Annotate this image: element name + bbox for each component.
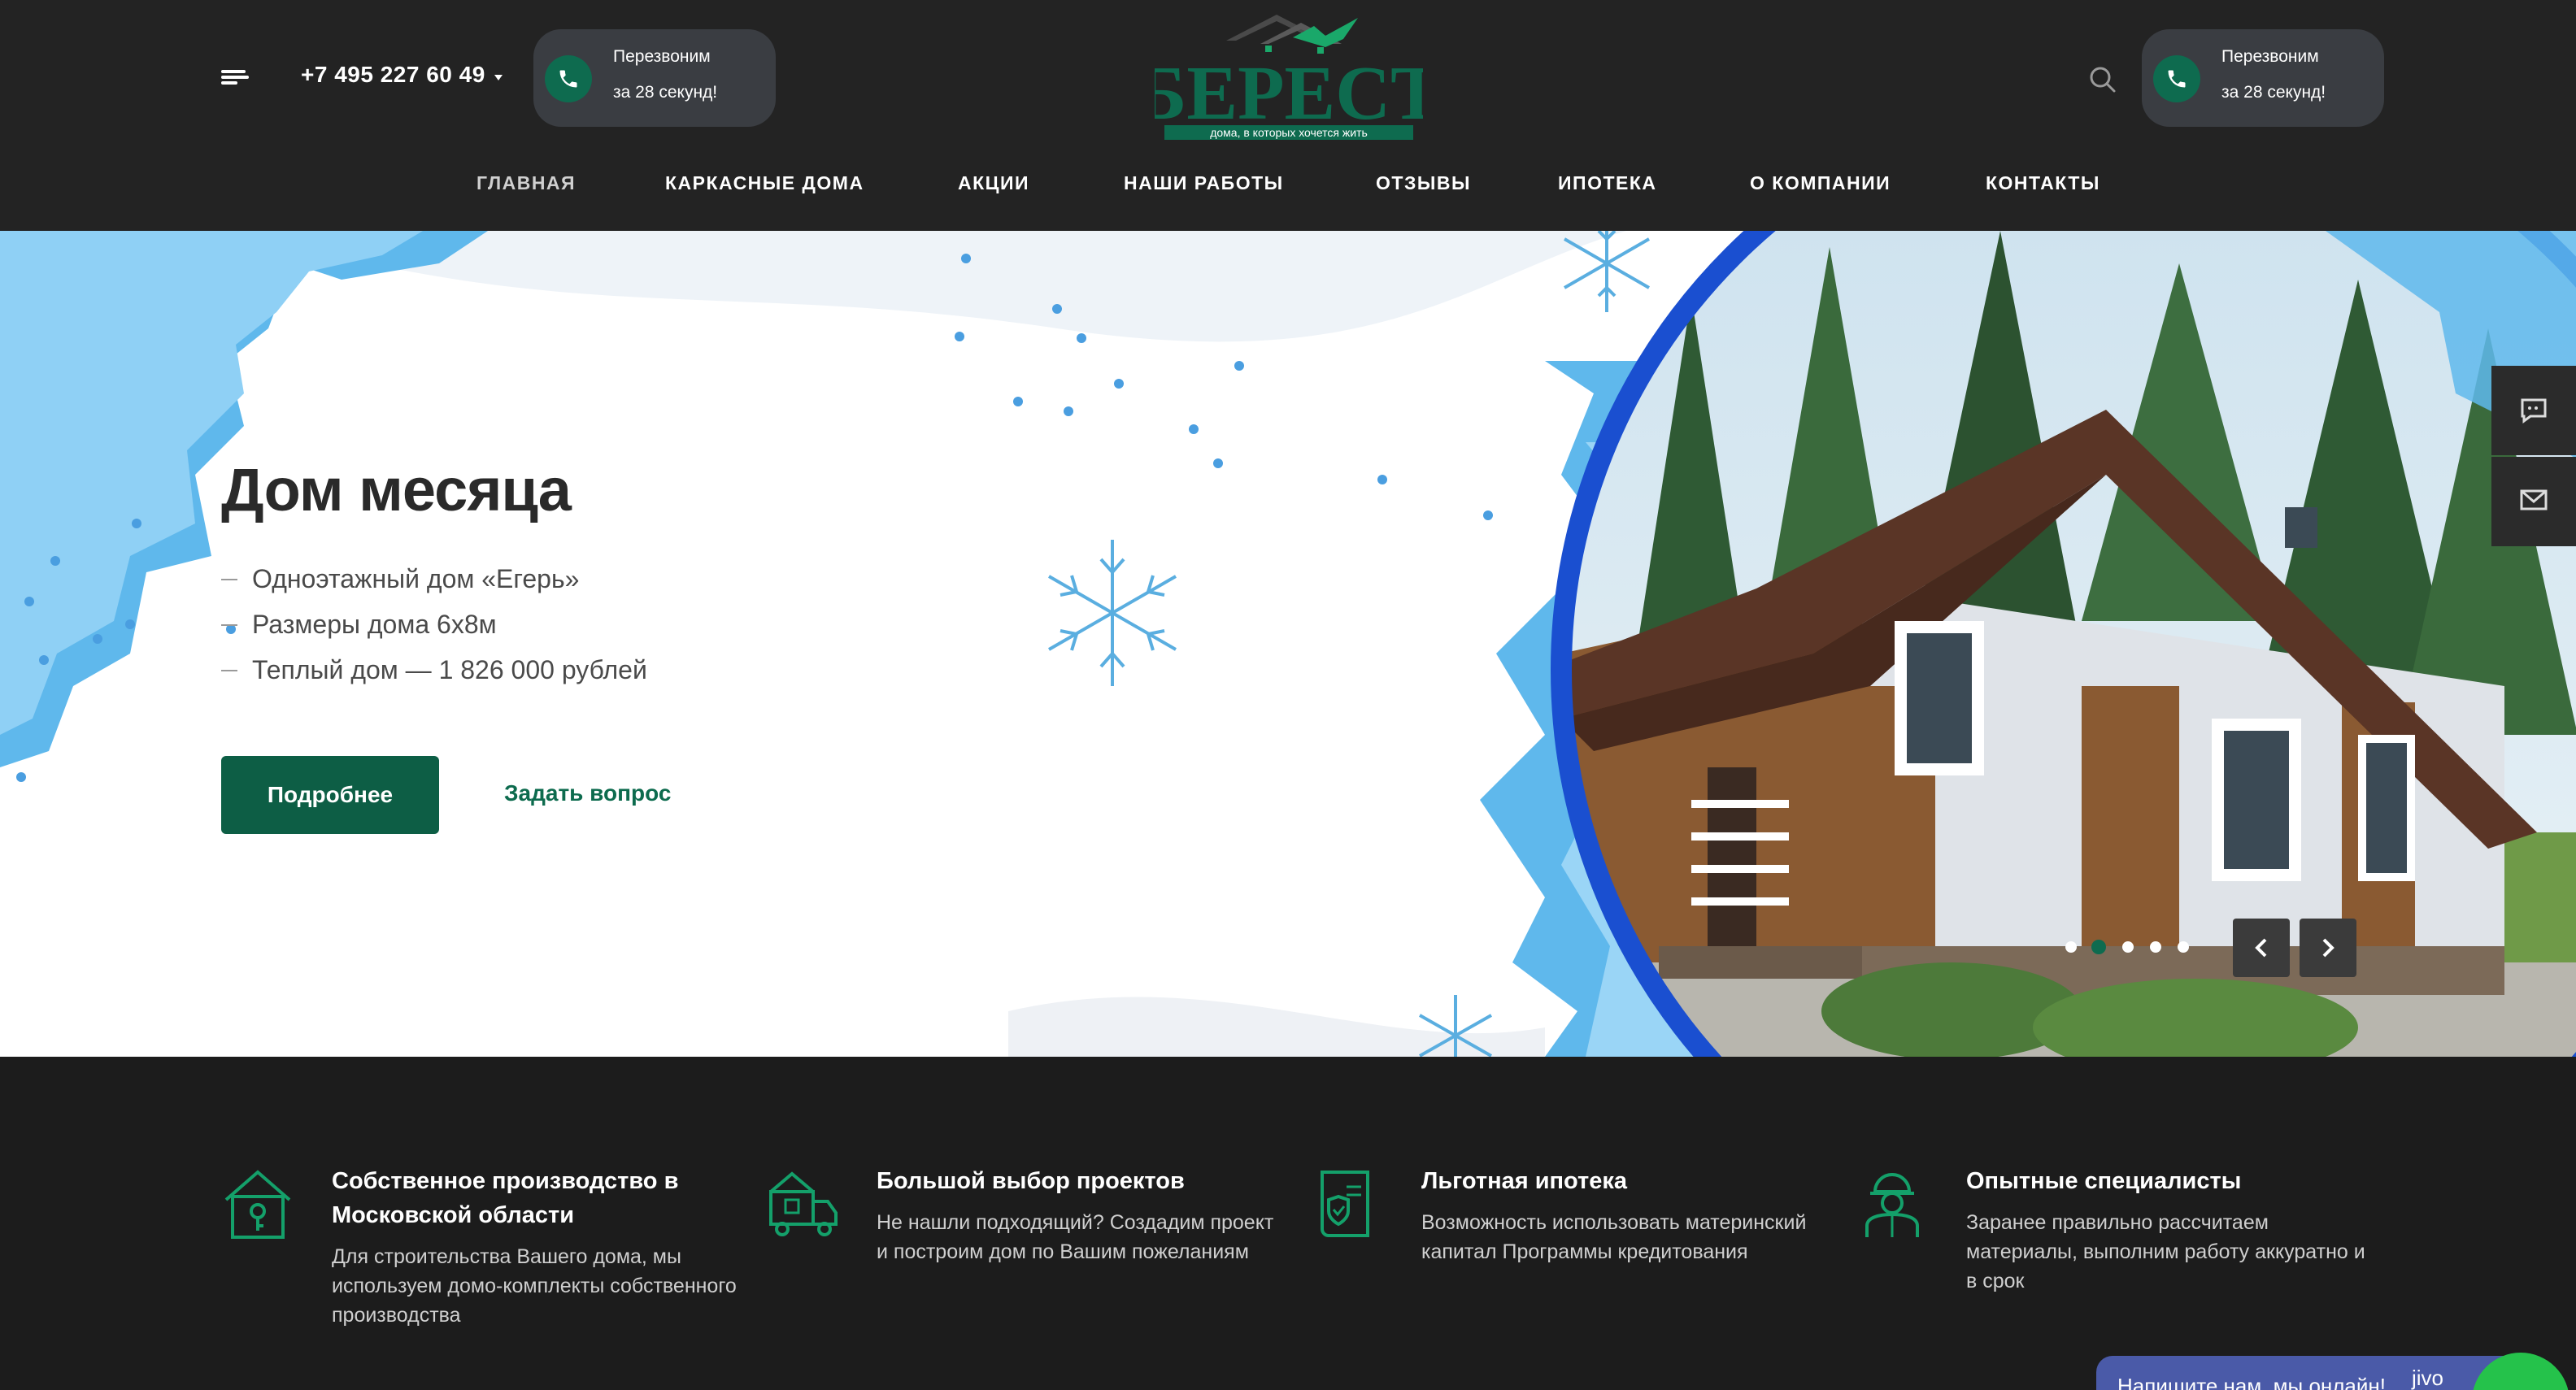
hero-slider: Дом месяца Одноэтажный дом «Егерь» Разме… (0, 231, 2576, 1057)
slider-next-button[interactable] (2300, 919, 2356, 977)
nav-item-contacts[interactable]: КОНТАКТЫ (1986, 172, 2100, 194)
slider-dot-active[interactable] (2091, 940, 2106, 954)
feature-title: Большой выбор проектов (877, 1168, 1185, 1194)
hero-title: Дом месяца (221, 456, 572, 523)
mail-widget-button[interactable] (2491, 457, 2576, 546)
nav-item-home[interactable]: ГЛАВНАЯ (476, 172, 576, 194)
logo-tagline: дома, в которых хочется жить (1210, 126, 1368, 139)
hero-list-item: Размеры дома 6х8м (221, 602, 647, 647)
feature-title: Собственное производство в Московской об… (332, 1168, 679, 1228)
document-shield-icon (1321, 1171, 1369, 1237)
logo-brand: БЕРЕСТ (1155, 51, 1423, 136)
chevron-right-icon (2322, 938, 2334, 958)
truck-house-icon (769, 1171, 838, 1236)
features-section: Собственное производство в Московской об… (0, 1057, 2576, 1390)
callback-line2: за 28 секунд! (613, 83, 718, 102)
slider-dot[interactable] (2178, 941, 2189, 953)
slider-dot[interactable] (2122, 941, 2134, 953)
chat-widget-button[interactable] (2491, 366, 2576, 455)
hero-list-item: Одноэтажный дом «Егерь» (221, 556, 647, 602)
hero-features-list: Одноэтажный дом «Егерь» Размеры дома 6х8… (221, 556, 647, 693)
more-details-button[interactable]: Подробнее (221, 756, 439, 834)
feature-title: Льготная ипотека (1421, 1168, 1627, 1194)
callback-line1: Перезвоним (613, 47, 711, 66)
site-header: +7 495 227 60 49 Перезвоним за 28 секунд… (0, 0, 2576, 231)
ask-question-link[interactable]: Задать вопрос (504, 780, 671, 806)
chat-icon (2521, 398, 2547, 424)
callback-button-right[interactable]: Перезвоним за 28 секунд! (2142, 29, 2384, 127)
nav-item-reviews[interactable]: ОТЗЫВЫ (1376, 172, 1471, 194)
menu-burger-icon[interactable] (221, 70, 249, 85)
slider-prev-button[interactable] (2233, 919, 2290, 977)
chat-bubble-text: Напишите нам, мы онлайн! (2117, 1374, 2387, 1390)
feature-title: Опытные специалисты (1966, 1168, 2242, 1194)
callback-button-left[interactable]: Перезвоним за 28 секунд! (533, 29, 776, 127)
slider-dot[interactable] (2065, 941, 2077, 953)
nav-item-promotions[interactable]: АКЦИИ (958, 172, 1029, 194)
search-icon[interactable] (2086, 63, 2119, 96)
phone-dropdown-icon[interactable] (494, 75, 503, 80)
feature-text: Для строительства Вашего дома, мы исполь… (332, 1245, 737, 1327)
feature-text: Заранее правильно рассчитаем материалы, … (1966, 1211, 2365, 1292)
worker-icon (1865, 1173, 1919, 1237)
online-chat-bubble[interactable]: Напишите нам, мы онлайн! (2096, 1356, 2535, 1390)
nav-item-mortgage[interactable]: ИПОТЕКА (1558, 172, 1657, 194)
feature-text: Не нашли подходящий? Создадим проект и п… (877, 1211, 1274, 1263)
slider-dot[interactable] (2150, 941, 2161, 953)
callback-line1: Перезвоним (2221, 47, 2319, 66)
phone-icon (2153, 55, 2200, 102)
house-key-icon (224, 1170, 291, 1239)
nav-item-frame-houses[interactable]: КАРКАСНЫЕ ДОМА (665, 172, 864, 194)
callback-line2: за 28 секунд! (2221, 83, 2326, 102)
feature-text: Возможность использовать материнский кап… (1421, 1211, 1807, 1263)
berest-logo[interactable]: БЕРЕСТ дома, в которых хочется жить (1155, 11, 1423, 150)
nav-item-our-works[interactable]: НАШИ РАБОТЫ (1124, 172, 1284, 194)
chevron-left-icon (2255, 938, 2267, 958)
phone-number[interactable]: +7 495 227 60 49 (301, 62, 485, 88)
main-navigation: ГЛАВНАЯ КАРКАСНЫЕ ДОМА АКЦИИ НАШИ РАБОТЫ… (0, 167, 2576, 202)
phone-icon (545, 55, 592, 102)
mail-icon (2520, 489, 2548, 510)
hero-list-item: Теплый дом — 1 826 000 рублей (221, 647, 647, 693)
nav-item-about[interactable]: О КОМПАНИИ (1750, 172, 1891, 194)
jivo-label: jivo (2412, 1366, 2444, 1390)
